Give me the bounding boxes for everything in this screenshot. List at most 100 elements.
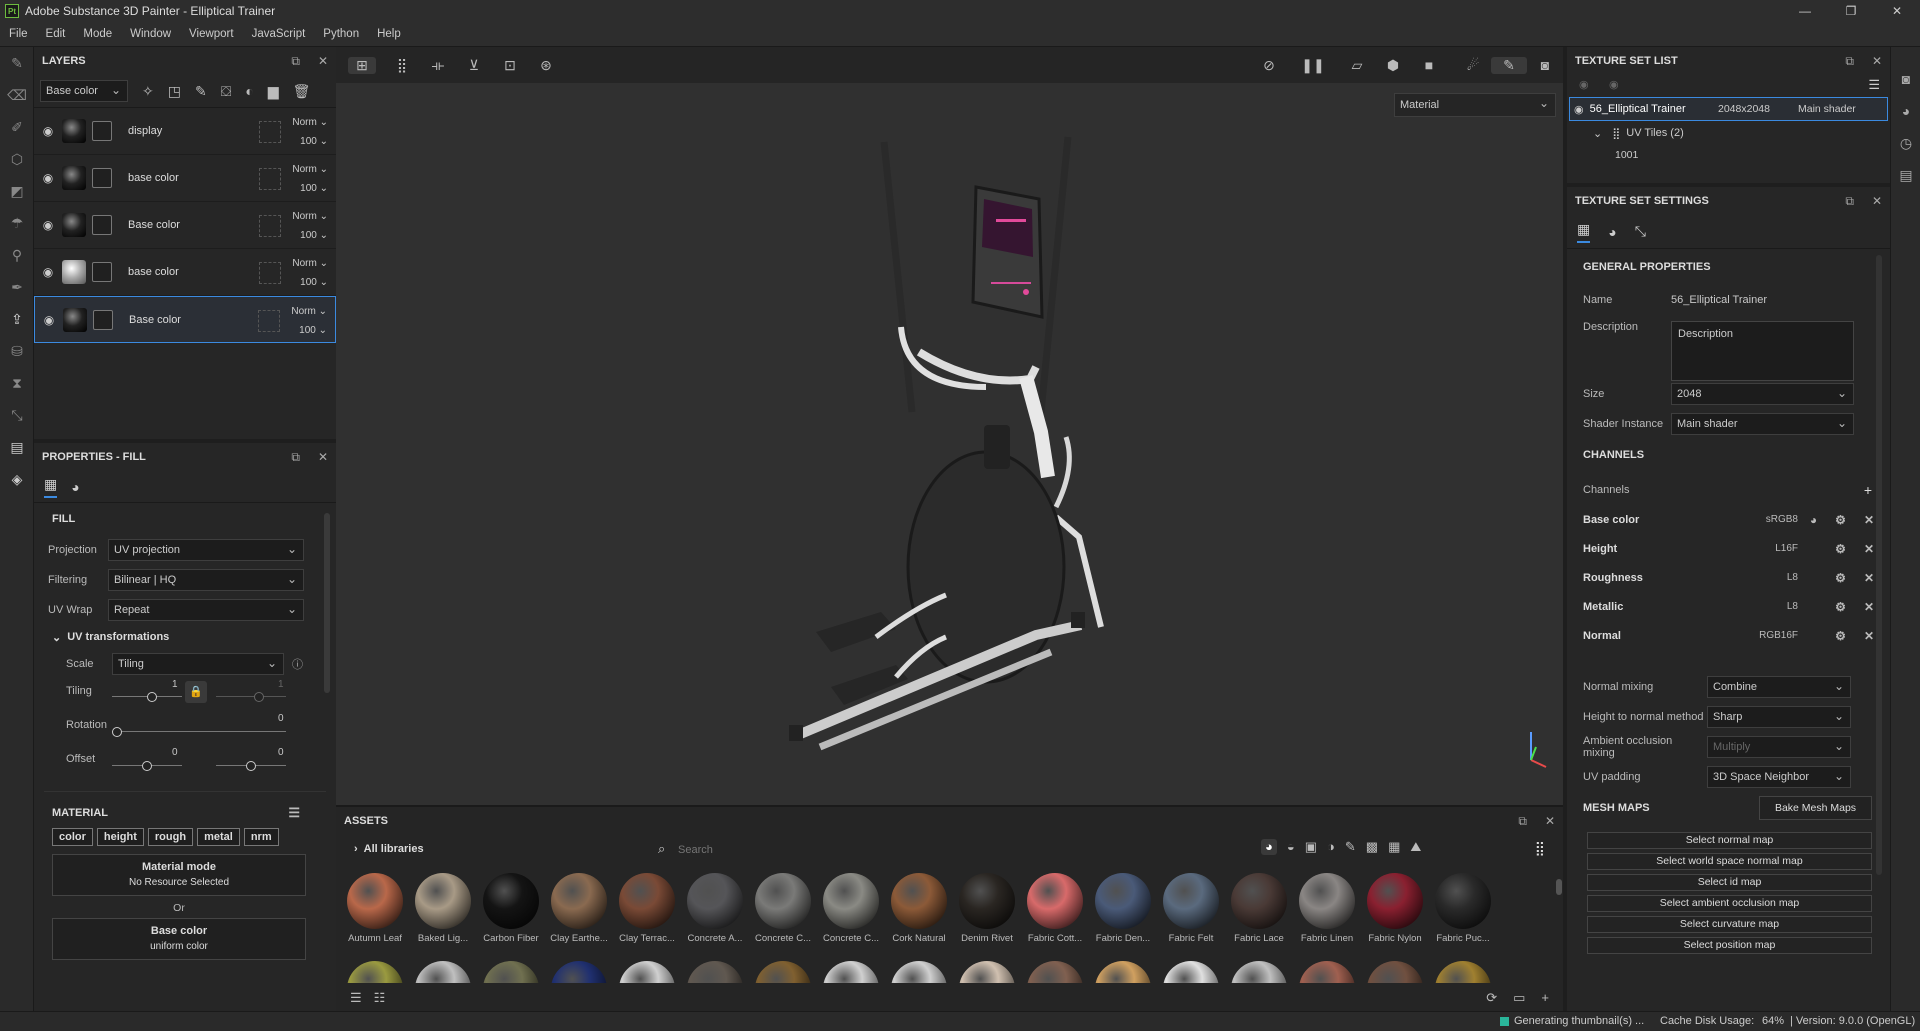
mesh-map-slot[interactable]: Select ambient occlusion map [1587, 895, 1872, 912]
color-profile-icon[interactable]: ◕ [1810, 513, 1817, 527]
material-thumbnail[interactable]: Fabric Cott... [1022, 873, 1088, 944]
layer-row[interactable]: ◉ base color Norm ⌄ 100 ⌄ [34, 155, 336, 202]
undock-icon[interactable]: ⧉ [1845, 194, 1854, 209]
viewport[interactable]: Material [336, 47, 1563, 805]
mesh-map-slot[interactable]: Select position map [1587, 937, 1872, 954]
material-thumbnail[interactable] [687, 961, 743, 983]
material-thumbnail[interactable]: Carbon Fiber [478, 873, 544, 944]
material-thumbnail[interactable]: Clay Earthe... [546, 873, 612, 944]
material-thumbnail[interactable]: Concrete C... [750, 873, 816, 944]
material-thumbnail[interactable] [1231, 961, 1287, 983]
height-to-normal-select[interactable]: Sharp [1707, 706, 1851, 728]
material-tab-icon[interactable]: ◕ [71, 479, 79, 495]
material-thumbnail[interactable]: Fabric Lace [1226, 873, 1292, 944]
material-thumbnail[interactable] [1027, 961, 1083, 983]
maximize-button[interactable]: ❐ [1828, 0, 1874, 22]
channel-row[interactable]: Normal RGB16F ⚙ ✕ [1567, 621, 1890, 650]
remove-channel-icon[interactable]: ✕ [1864, 542, 1874, 556]
layer-row[interactable]: ◉ Base color Norm ⌄ 100 ⌄ [34, 202, 336, 249]
bake-mesh-maps-button[interactable]: Bake Mesh Maps [1759, 796, 1872, 820]
material-filter-icon[interactable]: ◕ [1261, 839, 1277, 855]
undock-icon[interactable]: ⧉ [291, 54, 300, 69]
remove-channel-icon[interactable]: ✕ [1864, 571, 1874, 585]
blend-mode[interactable]: Norm [292, 211, 316, 222]
projection-select[interactable]: UV projection [108, 539, 304, 561]
material-thumbnail[interactable]: Fabric Puc... [1430, 873, 1496, 944]
material-thumbnail[interactable]: Fabric Nylon [1362, 873, 1428, 944]
uv-tile-item[interactable]: 1001 [1567, 145, 1890, 165]
close-icon[interactable]: ✕ [1545, 814, 1555, 828]
layer-opacity[interactable]: 100 [300, 230, 317, 241]
menu-viewport[interactable]: Viewport [180, 28, 243, 40]
channel-format[interactable]: L8 [1787, 572, 1798, 583]
eye-icon[interactable]: ◉ [34, 265, 62, 279]
layer-mask-slot[interactable] [259, 121, 281, 143]
channel-row[interactable]: Height L16F ⚙ ✕ [1567, 534, 1890, 563]
visibility-icon[interactable]: ◉ [1579, 78, 1589, 91]
mesh-map-slot[interactable]: Select id map [1587, 874, 1872, 891]
shader-instance-select[interactable]: Main shader [1671, 413, 1854, 435]
size-select[interactable]: 2048 [1671, 383, 1854, 405]
lock-icon[interactable]: 🔒 [185, 681, 207, 703]
scale-select[interactable]: Tiling [112, 653, 284, 675]
material-thumbnail[interactable] [415, 961, 471, 983]
2d-view-icon[interactable]: ▱ [1339, 57, 1375, 74]
material-thumbnail[interactable]: Fabric Linen [1294, 873, 1360, 944]
layer-mask-slot[interactable] [259, 168, 281, 190]
mirror-icon[interactable]: ⊻ [456, 57, 492, 74]
log-icon[interactable]: ▤ [1891, 159, 1920, 191]
paint-brush-icon[interactable]: ✎ [0, 47, 34, 79]
tiling-slider-handle[interactable] [147, 692, 157, 702]
channel-format[interactable]: RGB16F [1759, 630, 1798, 641]
eye-icon[interactable]: ◉ [34, 218, 62, 232]
color-picker-icon[interactable]: ✒ [0, 271, 34, 303]
layer-row[interactable]: ◉ display Norm ⌄ 100 ⌄ [34, 108, 336, 155]
menu-javascript[interactable]: JavaScript [243, 28, 315, 40]
channel-chip-height[interactable]: height [96, 828, 144, 846]
tiling-v-slider-handle[interactable] [254, 692, 264, 702]
chevron-down-icon[interactable]: ⌄ [52, 631, 61, 644]
material-thumbnail[interactable]: Cork Natural [886, 873, 952, 944]
uv-tiles-row[interactable]: ⌄ ⣿ UV Tiles (2) [1567, 121, 1890, 145]
channel-chip-nrm[interactable]: nrm [243, 828, 279, 846]
properties-scrollbar[interactable] [324, 513, 330, 693]
hide-icon[interactable]: ⊘ [1251, 57, 1287, 74]
eye-icon[interactable]: ◉ [1574, 103, 1584, 116]
material-thumbnail[interactable]: Autumn Leaf [342, 873, 408, 944]
gear-icon[interactable]: ⚙ [1835, 571, 1846, 585]
blend-mode[interactable]: Norm [292, 164, 316, 175]
history-icon[interactable]: ◷ [1891, 127, 1920, 159]
undock-icon[interactable]: ⧉ [1518, 814, 1527, 829]
material-thumbnail[interactable] [823, 961, 879, 983]
asset-scrollbar[interactable] [1556, 879, 1562, 895]
channel-chip-rough[interactable]: rough [147, 828, 194, 846]
material-thumbnail[interactable] [1095, 961, 1151, 983]
symmetry-icon[interactable]: ⟛ [420, 57, 456, 74]
add-paint-layer-icon[interactable]: ✎ [195, 83, 207, 100]
add-icon[interactable]: + [1541, 990, 1549, 1006]
undock-icon[interactable]: ⧉ [1845, 54, 1854, 69]
add-folder-icon[interactable]: ▆ [268, 83, 279, 100]
bake-icon[interactable]: ⇪ [0, 303, 34, 335]
material-mode-button[interactable]: Material mode No Resource Selected [52, 854, 306, 896]
close-icon[interactable]: ✕ [1872, 54, 1882, 68]
material-thumbnail[interactable] [959, 961, 1015, 983]
eraser-icon[interactable]: ⌫ [0, 79, 34, 111]
mesh-map-slot[interactable]: Select world space normal map [1587, 853, 1872, 870]
menu-file[interactable]: File [0, 28, 37, 40]
settings-scrollbar[interactable] [1876, 255, 1882, 875]
close-icon[interactable]: ✕ [318, 450, 328, 464]
stack-icon[interactable]: ◈ [0, 463, 34, 495]
material-thumbnail[interactable]: Denim Rivet [954, 873, 1020, 944]
grid-view-icon[interactable]: ⣿ [1535, 840, 1545, 857]
menu-window[interactable]: Window [121, 28, 180, 40]
offset-y-slider-handle[interactable] [246, 761, 256, 771]
layer-mask-slot[interactable] [258, 310, 280, 332]
layer-opacity[interactable]: 100 [299, 325, 316, 336]
document-icon[interactable]: ▤ [0, 431, 34, 463]
material-thumbnail[interactable] [551, 961, 607, 983]
menu-edit[interactable]: Edit [37, 28, 75, 40]
display-settings-icon[interactable]: ◙ [1891, 63, 1920, 95]
channel-row[interactable]: Metallic L8 ⚙ ✕ [1567, 592, 1890, 621]
description-field[interactable]: Description [1671, 321, 1854, 381]
